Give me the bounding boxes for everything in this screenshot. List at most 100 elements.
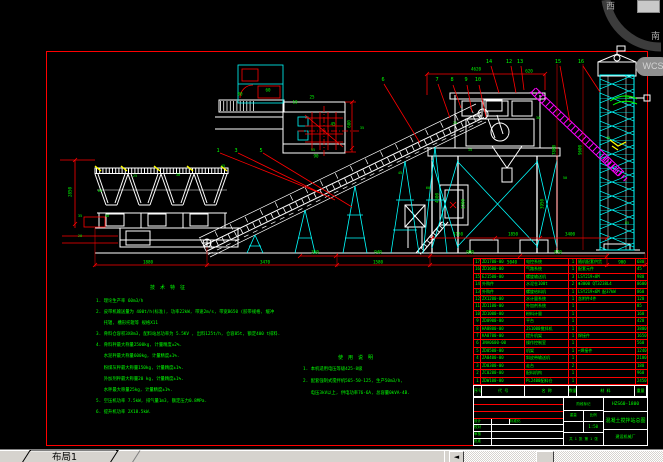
- note-line: 托辊, 槽形托辊等 规格X11: [96, 318, 280, 329]
- bom-cell: [577, 363, 636, 369]
- machine-structure-cyan: [238, 65, 634, 253]
- bom-cell: 3: [473, 363, 481, 369]
- dimension-label: 50: [563, 176, 567, 180]
- layout-tab-bar: 布局1 ◄: [0, 449, 663, 462]
- bom-cell: ←焊接件: [577, 348, 636, 354]
- dimension-label: 35: [78, 214, 82, 218]
- bom-cell: ZDW100-00: [481, 378, 525, 384]
- dimension-label: 65: [98, 189, 102, 193]
- note-line: 3. 骨料仓容积3X8m3, 配料站总功率为 5.5KV , 出料125t/h,…: [96, 329, 280, 340]
- dimension-label: 55: [311, 148, 315, 152]
- titleblock-sheet: 共 1 张 第 1 张: [564, 433, 603, 445]
- bom-cell: 13: [473, 289, 481, 295]
- horizontal-scrollbar-track[interactable]: [464, 451, 663, 462]
- tab-layout1-label[interactable]: 布局1: [52, 451, 77, 462]
- bom-row: 12ZX1200-00水计量系统1含附件4件120: [473, 296, 648, 303]
- note-line: 水泥秤最大称量600kg, 计量精度±1%.: [96, 351, 280, 362]
- bom-cell: 1: [569, 326, 577, 332]
- note-line: 2. 皮带机输送量为 400t/h(标准), 功率22kW, 带速2m/s, 带…: [96, 307, 280, 318]
- bom-cell: ZD1000-00: [481, 311, 525, 317]
- bom-cell: 420: [636, 318, 648, 324]
- machine-structure-white: [95, 46, 650, 257]
- bom-cell: ZD0500-00: [481, 348, 525, 354]
- bom-cell: 1: [569, 289, 577, 295]
- bom-row: 13外购件螺旋给料机1LSY219×6M 配37kW860: [473, 289, 648, 296]
- bom-cell: 2100: [636, 355, 648, 361]
- dimension-label: 1580: [373, 260, 383, 265]
- bom-cell: [577, 326, 636, 332]
- dimension-label: 60: [426, 186, 430, 190]
- dimension-label: 1850: [508, 232, 518, 237]
- bom-cell: 680: [636, 259, 648, 265]
- bom-cell: HA0800-00: [481, 326, 525, 332]
- dimension-label: 25: [309, 95, 314, 100]
- note-line: 6. 提升机功率 2X18.5kW.: [96, 407, 280, 418]
- scrollbar-left-arrow[interactable]: ◄: [449, 451, 464, 462]
- note-line: 5. 空压机功率 7.5kW, 排气量1m3, 额定压力0.8MPa.: [96, 396, 280, 407]
- dimension-lines: [60, 64, 647, 267]
- note-line: 外加剂秤最大称量20 kg, 计量精度±1%.: [96, 374, 280, 385]
- bom-header-cell: 材 料: [577, 386, 635, 396]
- dimension-label: 2850: [68, 187, 73, 197]
- dimension-label: 360: [311, 250, 319, 255]
- bom-cell: 含附件4件: [577, 296, 636, 302]
- bom-cell: 1: [569, 311, 577, 317]
- bom-cell: 5: [473, 348, 481, 354]
- bom-cell: [577, 303, 636, 309]
- dimension-label: 1500: [461, 199, 466, 209]
- bom-cell: ZC0200-00: [481, 370, 525, 376]
- note-line: 电压3kV以上, 供电功率76-6A, 总容量0kVA-4B.: [303, 388, 410, 400]
- bom-cell: 配套元件: [577, 266, 636, 272]
- bom-cell: 外购件: [481, 289, 525, 295]
- bom-cell: 1: [569, 259, 577, 265]
- bom-row: 5ZD0500-00机架1←焊接件1240: [473, 348, 648, 355]
- bom-cell: 6: [473, 340, 481, 346]
- bom-cell: PL2400配料仓: [525, 378, 569, 384]
- bom-cell: 机架: [525, 348, 569, 354]
- bom-cell: 14: [473, 281, 481, 287]
- bom-cell: 1: [473, 378, 481, 384]
- bom-cell: 焊接件: [577, 333, 636, 339]
- dimension-label: 3400: [565, 232, 575, 237]
- bom-cell: 1240: [636, 348, 648, 354]
- titleblock-audit-label: 审核: [474, 432, 492, 438]
- title-block: 设计 标准化 校对 审核 批准 阶段标记: [473, 397, 648, 446]
- bom-header-cell: 序号: [474, 386, 482, 396]
- viewcube-south-label[interactable]: 南: [651, 29, 660, 42]
- dimension-label: 900: [466, 250, 474, 255]
- dimension-label: 20: [78, 234, 82, 238]
- bom-cell: 45: [636, 266, 648, 272]
- bom-row: 3ZD0300-00走台2180: [473, 363, 648, 370]
- spec-title: 使 用 说 明: [338, 354, 374, 361]
- horizontal-scrollbar-thumb[interactable]: [536, 451, 554, 462]
- bom-cell: 860: [636, 289, 648, 295]
- titleblock-company: 建设机械厂: [604, 430, 647, 445]
- bom-cell: ZD1700-00: [481, 259, 525, 265]
- callout-number: 1: [216, 148, 219, 154]
- dimension-label: 3150: [453, 232, 463, 237]
- titleblock-design-label: 设计: [474, 419, 492, 425]
- tab-separator: [132, 451, 140, 462]
- bom-cell: EJ1500-00: [481, 274, 525, 280]
- viewcube-west-label[interactable]: 西: [606, 0, 615, 12]
- bom-cell: 560: [636, 340, 648, 346]
- bom-row: 11ZD1100-00外加剂系统185: [473, 303, 648, 310]
- bom-row: 14外购件水泥仓100t2Φ3000 QT3238L48600: [473, 281, 648, 288]
- bom-cell: 1: [569, 296, 577, 302]
- bom-cell: 9: [473, 318, 481, 324]
- dimension-label: 4500: [435, 193, 440, 203]
- bom-cell: 水泥仓100t: [525, 281, 569, 287]
- bom-cell: LSY219×8M: [577, 274, 636, 280]
- drawing-canvas[interactable]: 1880347015805040900360940900870315018503…: [0, 0, 663, 449]
- bom-cell: 操作控制室: [525, 340, 569, 346]
- bom-cell: LSY219×6M 配37kW: [577, 289, 636, 295]
- bom-cell: 1: [569, 355, 577, 361]
- bom-cell: 提升机架: [525, 333, 569, 339]
- wcs-indicator[interactable]: WCS: [636, 57, 663, 76]
- bom-cell: 电控系统: [525, 259, 569, 265]
- bom-row: 7KA0700-00提升机架1焊接件1650: [473, 333, 648, 340]
- viewcube-face[interactable]: [637, 0, 660, 13]
- titleblock-scale-label: 比例: [584, 411, 604, 421]
- dimension-label: 50: [625, 96, 629, 100]
- dimension-label: 940: [374, 250, 382, 255]
